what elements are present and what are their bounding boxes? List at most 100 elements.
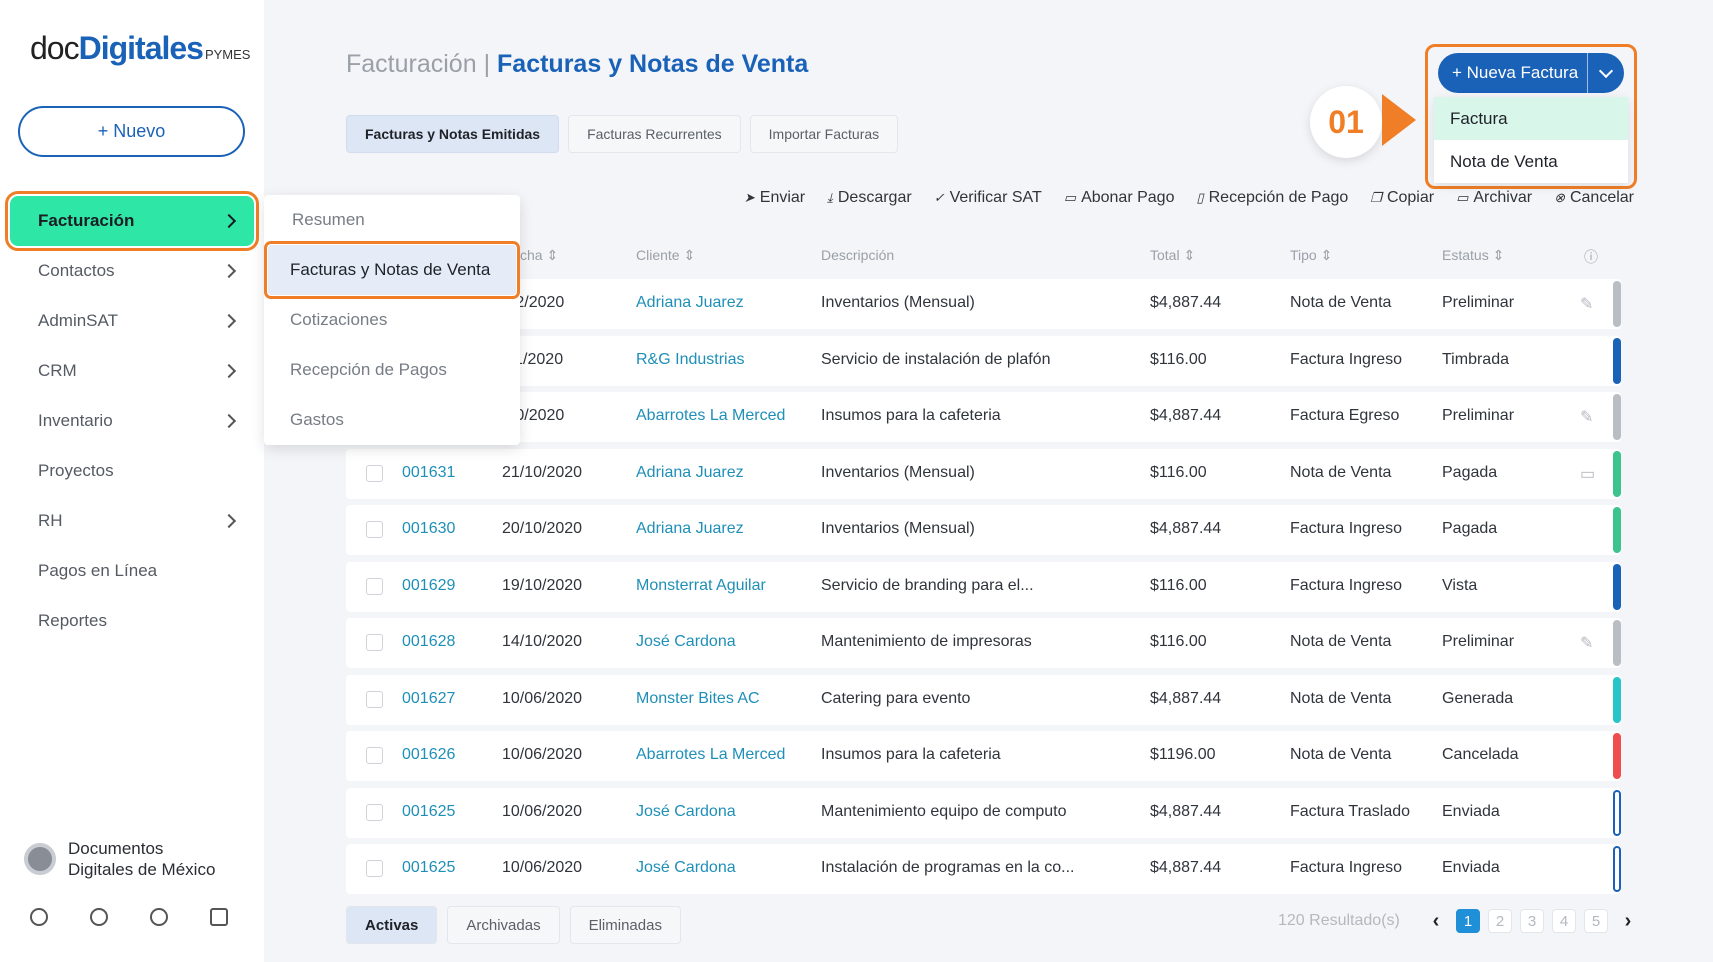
verify-sat-button[interactable]: ✓ Verificar SAT (934, 189, 1042, 207)
table-row[interactable]: /10/2020 Abarrotes La Merced Insumos para … (346, 392, 1621, 442)
col-cliente[interactable]: Cliente ⇕ (636, 247, 695, 264)
info-icon[interactable]: ⓘ (1584, 247, 1598, 267)
menu-item-factura[interactable]: Factura (1434, 97, 1628, 140)
row-checkbox[interactable] (366, 690, 383, 708)
tab-recurrentes[interactable]: Facturas Recurrentes (568, 115, 741, 153)
row-folio[interactable]: 001626 (402, 746, 455, 764)
status-bar (1613, 846, 1621, 892)
edit-icon[interactable]: ✎ (1580, 294, 1593, 314)
col-fecha[interactable]: cha ⇕ (520, 247, 558, 264)
send-button[interactable]: ➤ Enviar (744, 189, 805, 207)
table-row[interactable]: 001625 10/06/2020 José Cardona Instalación … (346, 844, 1621, 894)
submenu-gastos[interactable]: Gastos (264, 395, 520, 445)
submenu-facturas-notas[interactable]: Facturas y Notas de Venta (264, 241, 520, 299)
row-client[interactable]: Monsterrat Aguilar (636, 577, 766, 595)
row-checkbox[interactable] (366, 521, 383, 538)
page-5[interactable]: 5 (1584, 909, 1608, 933)
edit-icon[interactable]: ✎ (1580, 633, 1593, 653)
table-row[interactable]: 001626 10/06/2020 Abarrotes La Merced Insum… (346, 731, 1621, 781)
chevron-down-icon[interactable] (1588, 63, 1624, 78)
sidebar-item-inventario[interactable]: Inventario (10, 396, 254, 446)
table-row[interactable]: /11/2020 R&G Industrias Servicio de instal… (346, 335, 1621, 386)
cancel-button[interactable]: ⊗ Cancelar (1554, 189, 1634, 207)
submenu-cotizaciones[interactable]: Cotizaciones (264, 295, 520, 345)
bell-icon[interactable] (90, 908, 108, 926)
new-button[interactable]: + Nuevo (18, 106, 245, 157)
logo[interactable]: docDigitales PYMES (30, 30, 250, 67)
row-client[interactable]: José Cardona (636, 803, 736, 821)
row-checkbox[interactable] (366, 803, 383, 821)
copy-button[interactable]: ❐ Copiar (1370, 189, 1434, 207)
row-checkbox[interactable] (366, 747, 383, 764)
row-folio[interactable]: 001627 (402, 690, 455, 708)
sidebar-item-contactos[interactable]: Contactos (10, 246, 254, 296)
company-info[interactable]: Documentos Digitales de México (24, 838, 215, 880)
sidebar-item-adminsat[interactable]: AdminSAT (10, 296, 254, 346)
row-folio[interactable]: 001625 (402, 859, 455, 877)
sidebar-item-reportes[interactable]: Reportes (10, 596, 254, 646)
row-total: $4,887.44 (1150, 689, 1222, 707)
table-row[interactable]: 001629 19/10/2020 Monsterrat Aguilar Servic… (346, 561, 1621, 612)
tab-importar[interactable]: Importar Facturas (749, 115, 899, 153)
row-client[interactable]: Adriana Juarez (636, 520, 744, 538)
row-client[interactable]: José Cardona (636, 859, 736, 877)
page-2[interactable]: 2 (1488, 909, 1512, 933)
sidebar-item-rh[interactable]: RH (10, 496, 254, 546)
row-folio[interactable]: 001629 (402, 577, 455, 595)
archive-button[interactable]: ▭ Archivar (1456, 189, 1532, 207)
tab-emitidas[interactable]: Facturas y Notas Emitidas (346, 115, 560, 153)
next-page-icon[interactable]: › (1616, 909, 1640, 933)
table-row[interactable]: 001630 20/10/2020 Adriana Juarez Inventario… (346, 505, 1621, 555)
row-client[interactable]: Abarrotes La Merced (636, 746, 785, 764)
menu-item-nota-venta[interactable]: Nota de Venta (1434, 140, 1628, 183)
page-3[interactable]: 3 (1520, 909, 1544, 933)
money-icon[interactable]: ▭ (1580, 464, 1595, 484)
page-1[interactable]: 1 (1456, 909, 1480, 933)
row-description: Inventarios (Mensual) (821, 294, 975, 311)
col-estatus[interactable]: Estatus ⇕ (1442, 247, 1504, 264)
logout-icon[interactable] (210, 908, 228, 926)
row-client[interactable]: Abarrotes La Merced (636, 407, 785, 425)
row-checkbox[interactable] (366, 860, 383, 877)
submenu-recepcion-pagos[interactable]: Recepción de Pagos (264, 345, 520, 395)
page-4[interactable]: 4 (1552, 909, 1576, 933)
table-row[interactable]: /12/2020 Adriana Juarez Inventarios (Mensu… (346, 279, 1621, 329)
edit-icon[interactable]: ✎ (1580, 407, 1593, 427)
table-row[interactable]: 001627 10/06/2020 Monster Bites AC Catering… (346, 674, 1621, 725)
tab-eliminadas[interactable]: Eliminadas (569, 906, 681, 944)
sidebar-item-crm[interactable]: CRM (10, 346, 254, 396)
new-invoice-button[interactable]: + Nueva Factura (1438, 53, 1624, 93)
tab-archivadas[interactable]: Archivadas (447, 906, 560, 944)
row-folio[interactable]: 001625 (402, 803, 455, 821)
gear-icon[interactable] (150, 908, 168, 926)
table-row[interactable]: 001631 21/10/2020 Adriana Juarez Inventario… (346, 448, 1621, 499)
pay-button[interactable]: ▭ Abonar Pago (1064, 189, 1175, 207)
row-folio[interactable]: 001631 (402, 464, 455, 482)
status-bar (1613, 337, 1621, 384)
sidebar-item-facturacion[interactable]: Facturación (5, 191, 259, 251)
row-folio[interactable]: 001630 (402, 520, 455, 538)
row-client[interactable]: Adriana Juarez (636, 294, 744, 312)
chevron-right-icon (221, 513, 237, 529)
row-client[interactable]: Monster Bites AC (636, 690, 760, 708)
table-row[interactable]: 001625 10/06/2020 José Cardona Mantenimient… (346, 787, 1621, 838)
prev-page-icon[interactable]: ‹ (1424, 909, 1448, 933)
payment-receipt-button[interactable]: ▯ Recepción de Pago (1196, 189, 1348, 207)
row-client[interactable]: R&G Industrias (636, 351, 744, 369)
col-total[interactable]: Total ⇕ (1150, 247, 1195, 264)
row-folio[interactable]: 001628 (402, 633, 455, 651)
sidebar-item-pagos[interactable]: Pagos en Línea (10, 546, 254, 596)
row-checkbox[interactable] (366, 577, 383, 595)
table-row[interactable]: 001628 14/10/2020 José Cardona Mantenimient… (346, 618, 1621, 668)
row-checkbox[interactable] (366, 634, 383, 651)
pagination: ‹ 1 2 3 4 5 › (1424, 909, 1640, 933)
sidebar-item-proyectos[interactable]: Proyectos (10, 446, 254, 496)
row-client[interactable]: José Cardona (636, 633, 736, 651)
row-client[interactable]: Adriana Juarez (636, 464, 744, 482)
submenu-resumen[interactable]: Resumen (264, 195, 520, 245)
user-icon[interactable] (30, 908, 48, 926)
download-button[interactable]: ⤓ Descargar (827, 189, 912, 207)
row-checkbox[interactable] (366, 464, 383, 482)
tab-activas[interactable]: Activas (346, 906, 438, 944)
col-tipo[interactable]: Tipo ⇕ (1290, 247, 1332, 264)
